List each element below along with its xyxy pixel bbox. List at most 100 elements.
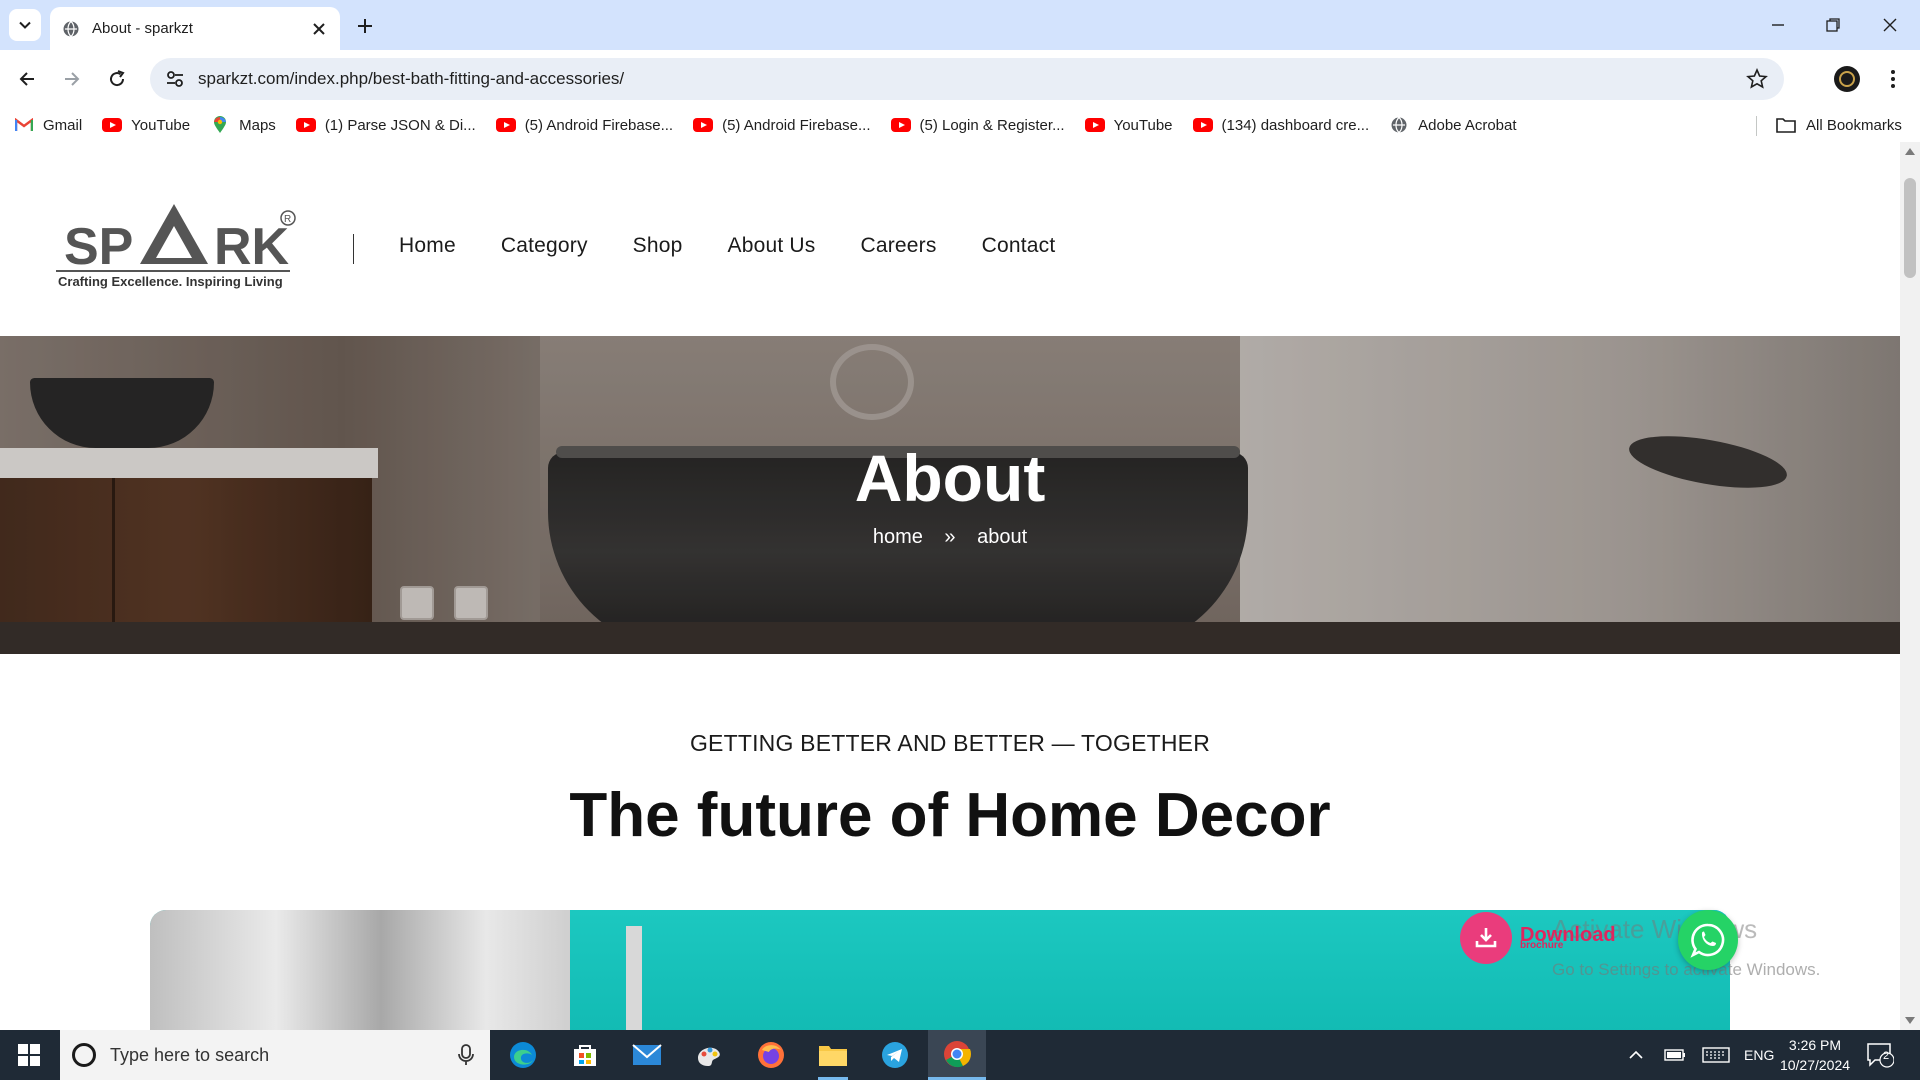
youtube-icon xyxy=(890,117,911,133)
browser-menu-button[interactable] xyxy=(1880,66,1906,92)
bookmark-dashboard[interactable]: (134) dashboard cre... xyxy=(1192,117,1369,134)
close-icon[interactable] xyxy=(310,20,328,38)
logo-tagline: Crafting Excellence. Inspiring Living xyxy=(58,274,283,289)
start-button[interactable] xyxy=(0,1030,58,1080)
all-bookmarks-button[interactable]: All Bookmarks xyxy=(1776,108,1902,142)
taskbar-search-placeholder: Type here to search xyxy=(110,1044,270,1065)
notification-icon xyxy=(1867,1043,1894,1068)
section-subheading: GETTING BETTER AND BETTER — TOGETHER xyxy=(689,730,1211,756)
clock-date: 10/27/2024 xyxy=(1779,1057,1851,1073)
nav-about-us[interactable]: About Us xyxy=(728,234,816,258)
bookmark-gmail[interactable]: Gmail xyxy=(14,117,82,134)
gmail-icon xyxy=(14,117,34,133)
bookmarks-bar: Gmail YouTube Maps (1) Parse JSON & Di..… xyxy=(0,108,1920,142)
address-bar[interactable]: sparkzt.com/index.php/best-bath-fitting-… xyxy=(150,58,1784,100)
microphone-icon[interactable] xyxy=(456,1043,476,1067)
nav-contact[interactable]: Contact xyxy=(982,234,1056,258)
firefox-icon xyxy=(758,1042,784,1068)
system-tray: ENG xyxy=(1628,1030,1774,1080)
bookmark-adobe-acrobat[interactable]: Adobe Acrobat xyxy=(1389,117,1517,134)
tab-strip: About - sparkzt xyxy=(0,0,1920,50)
restore-icon xyxy=(1826,18,1840,32)
main-nav: Home Category Shop About Us Careers Cont… xyxy=(399,234,1100,258)
edge-icon xyxy=(510,1042,536,1068)
scroll-up-arrow[interactable] xyxy=(1905,148,1915,155)
tab-search-button[interactable] xyxy=(9,9,41,41)
breadcrumb-home[interactable]: home xyxy=(873,526,923,548)
whatsapp-icon xyxy=(1690,923,1725,958)
bookmark-maps[interactable]: Maps xyxy=(210,116,276,134)
site-header: SP RK R Crafting Excellence. Inspiring L… xyxy=(0,142,1900,336)
back-button[interactable] xyxy=(12,64,42,94)
taskbar-paint[interactable] xyxy=(680,1030,738,1080)
maps-icon xyxy=(210,116,230,133)
scrollbar-thumb[interactable] xyxy=(1904,178,1916,278)
bookmark-star-icon[interactable] xyxy=(1746,68,1768,90)
download-brochure-button[interactable]: Download brochure xyxy=(1460,910,1630,966)
close-icon xyxy=(1883,18,1897,32)
page-viewport: SP RK R Crafting Excellence. Inspiring L… xyxy=(0,142,1900,1030)
bookmark-login-register[interactable]: (5) Login & Register... xyxy=(890,117,1065,134)
svg-text:RK: RK xyxy=(214,218,290,272)
taskbar-mail[interactable] xyxy=(618,1030,676,1080)
taskbar-file-explorer[interactable] xyxy=(804,1030,862,1080)
taskbar-edge[interactable] xyxy=(494,1030,552,1080)
close-window-button[interactable] xyxy=(1877,12,1903,38)
nav-category[interactable]: Category xyxy=(501,234,588,258)
nav-home[interactable]: Home xyxy=(399,234,456,258)
spark-logo-mark: SP RK R xyxy=(56,204,296,276)
forward-button[interactable] xyxy=(57,64,87,94)
section-heading: The future of Home Decor xyxy=(569,781,1331,850)
new-tab-button[interactable] xyxy=(352,13,378,39)
taskbar-clock[interactable]: 3:26 PM 10/27/2024 xyxy=(1770,1035,1860,1075)
globe-icon xyxy=(63,20,79,37)
bookmark-youtube[interactable]: YouTube xyxy=(102,117,190,134)
chevron-down-icon xyxy=(19,21,31,29)
nav-careers[interactable]: Careers xyxy=(860,234,936,258)
taskbar-store[interactable] xyxy=(556,1030,614,1080)
minimize-button[interactable] xyxy=(1765,12,1791,38)
taskbar-search[interactable]: Type here to search xyxy=(60,1030,490,1080)
folder-icon xyxy=(819,1046,847,1066)
page-scrollbar[interactable] xyxy=(1900,142,1920,1030)
reload-button[interactable] xyxy=(102,64,132,94)
svg-text:SP: SP xyxy=(64,218,133,272)
notification-count: 2 xyxy=(1883,1050,1890,1062)
tab-active[interactable]: About - sparkzt xyxy=(50,7,340,50)
store-icon xyxy=(574,1045,596,1066)
spark-logo[interactable]: SP RK R Crafting Excellence. Inspiring L… xyxy=(56,192,306,292)
mail-icon xyxy=(632,1044,662,1065)
tab-title: About - sparkzt xyxy=(92,20,193,37)
site-info-icon[interactable] xyxy=(164,68,186,90)
taskbar-chrome[interactable] xyxy=(928,1030,986,1080)
youtube-icon xyxy=(295,117,316,133)
bookmarks-divider xyxy=(1756,116,1757,136)
hero-banner: About home » about xyxy=(0,336,1900,654)
taskbar-firefox[interactable] xyxy=(742,1030,800,1080)
youtube-icon xyxy=(1192,117,1213,133)
youtube-icon xyxy=(495,117,516,133)
arrow-left-icon xyxy=(19,72,34,86)
bookmark-parse-json[interactable]: (1) Parse JSON & Di... xyxy=(295,117,476,134)
cortana-icon xyxy=(72,1043,96,1067)
minimize-icon xyxy=(1772,24,1784,26)
battery-icon[interactable] xyxy=(1664,1048,1686,1062)
scroll-down-arrow[interactable] xyxy=(1905,1017,1915,1024)
bookmark-android-firebase-2[interactable]: (5) Android Firebase... xyxy=(693,117,871,134)
youtube-icon xyxy=(102,117,123,133)
profile-avatar[interactable] xyxy=(1834,66,1860,92)
keyboard-icon[interactable] xyxy=(1702,1047,1730,1063)
chevron-up-icon[interactable] xyxy=(1628,1050,1644,1060)
hero-title: About xyxy=(854,441,1046,515)
taskbar-telegram[interactable] xyxy=(866,1030,924,1080)
notification-center[interactable]: 2 xyxy=(1866,1030,1894,1080)
globe-icon xyxy=(1389,117,1409,133)
browser-toolbar: sparkzt.com/index.php/best-bath-fitting-… xyxy=(0,50,1920,108)
bookmark-youtube-2[interactable]: YouTube xyxy=(1084,117,1173,134)
restore-button[interactable] xyxy=(1820,12,1846,38)
url-text[interactable]: sparkzt.com/index.php/best-bath-fitting-… xyxy=(198,69,624,89)
plus-icon xyxy=(358,19,372,33)
bookmark-android-firebase-1[interactable]: (5) Android Firebase... xyxy=(495,117,673,134)
whatsapp-button[interactable] xyxy=(1678,910,1738,970)
nav-shop[interactable]: Shop xyxy=(633,234,683,258)
